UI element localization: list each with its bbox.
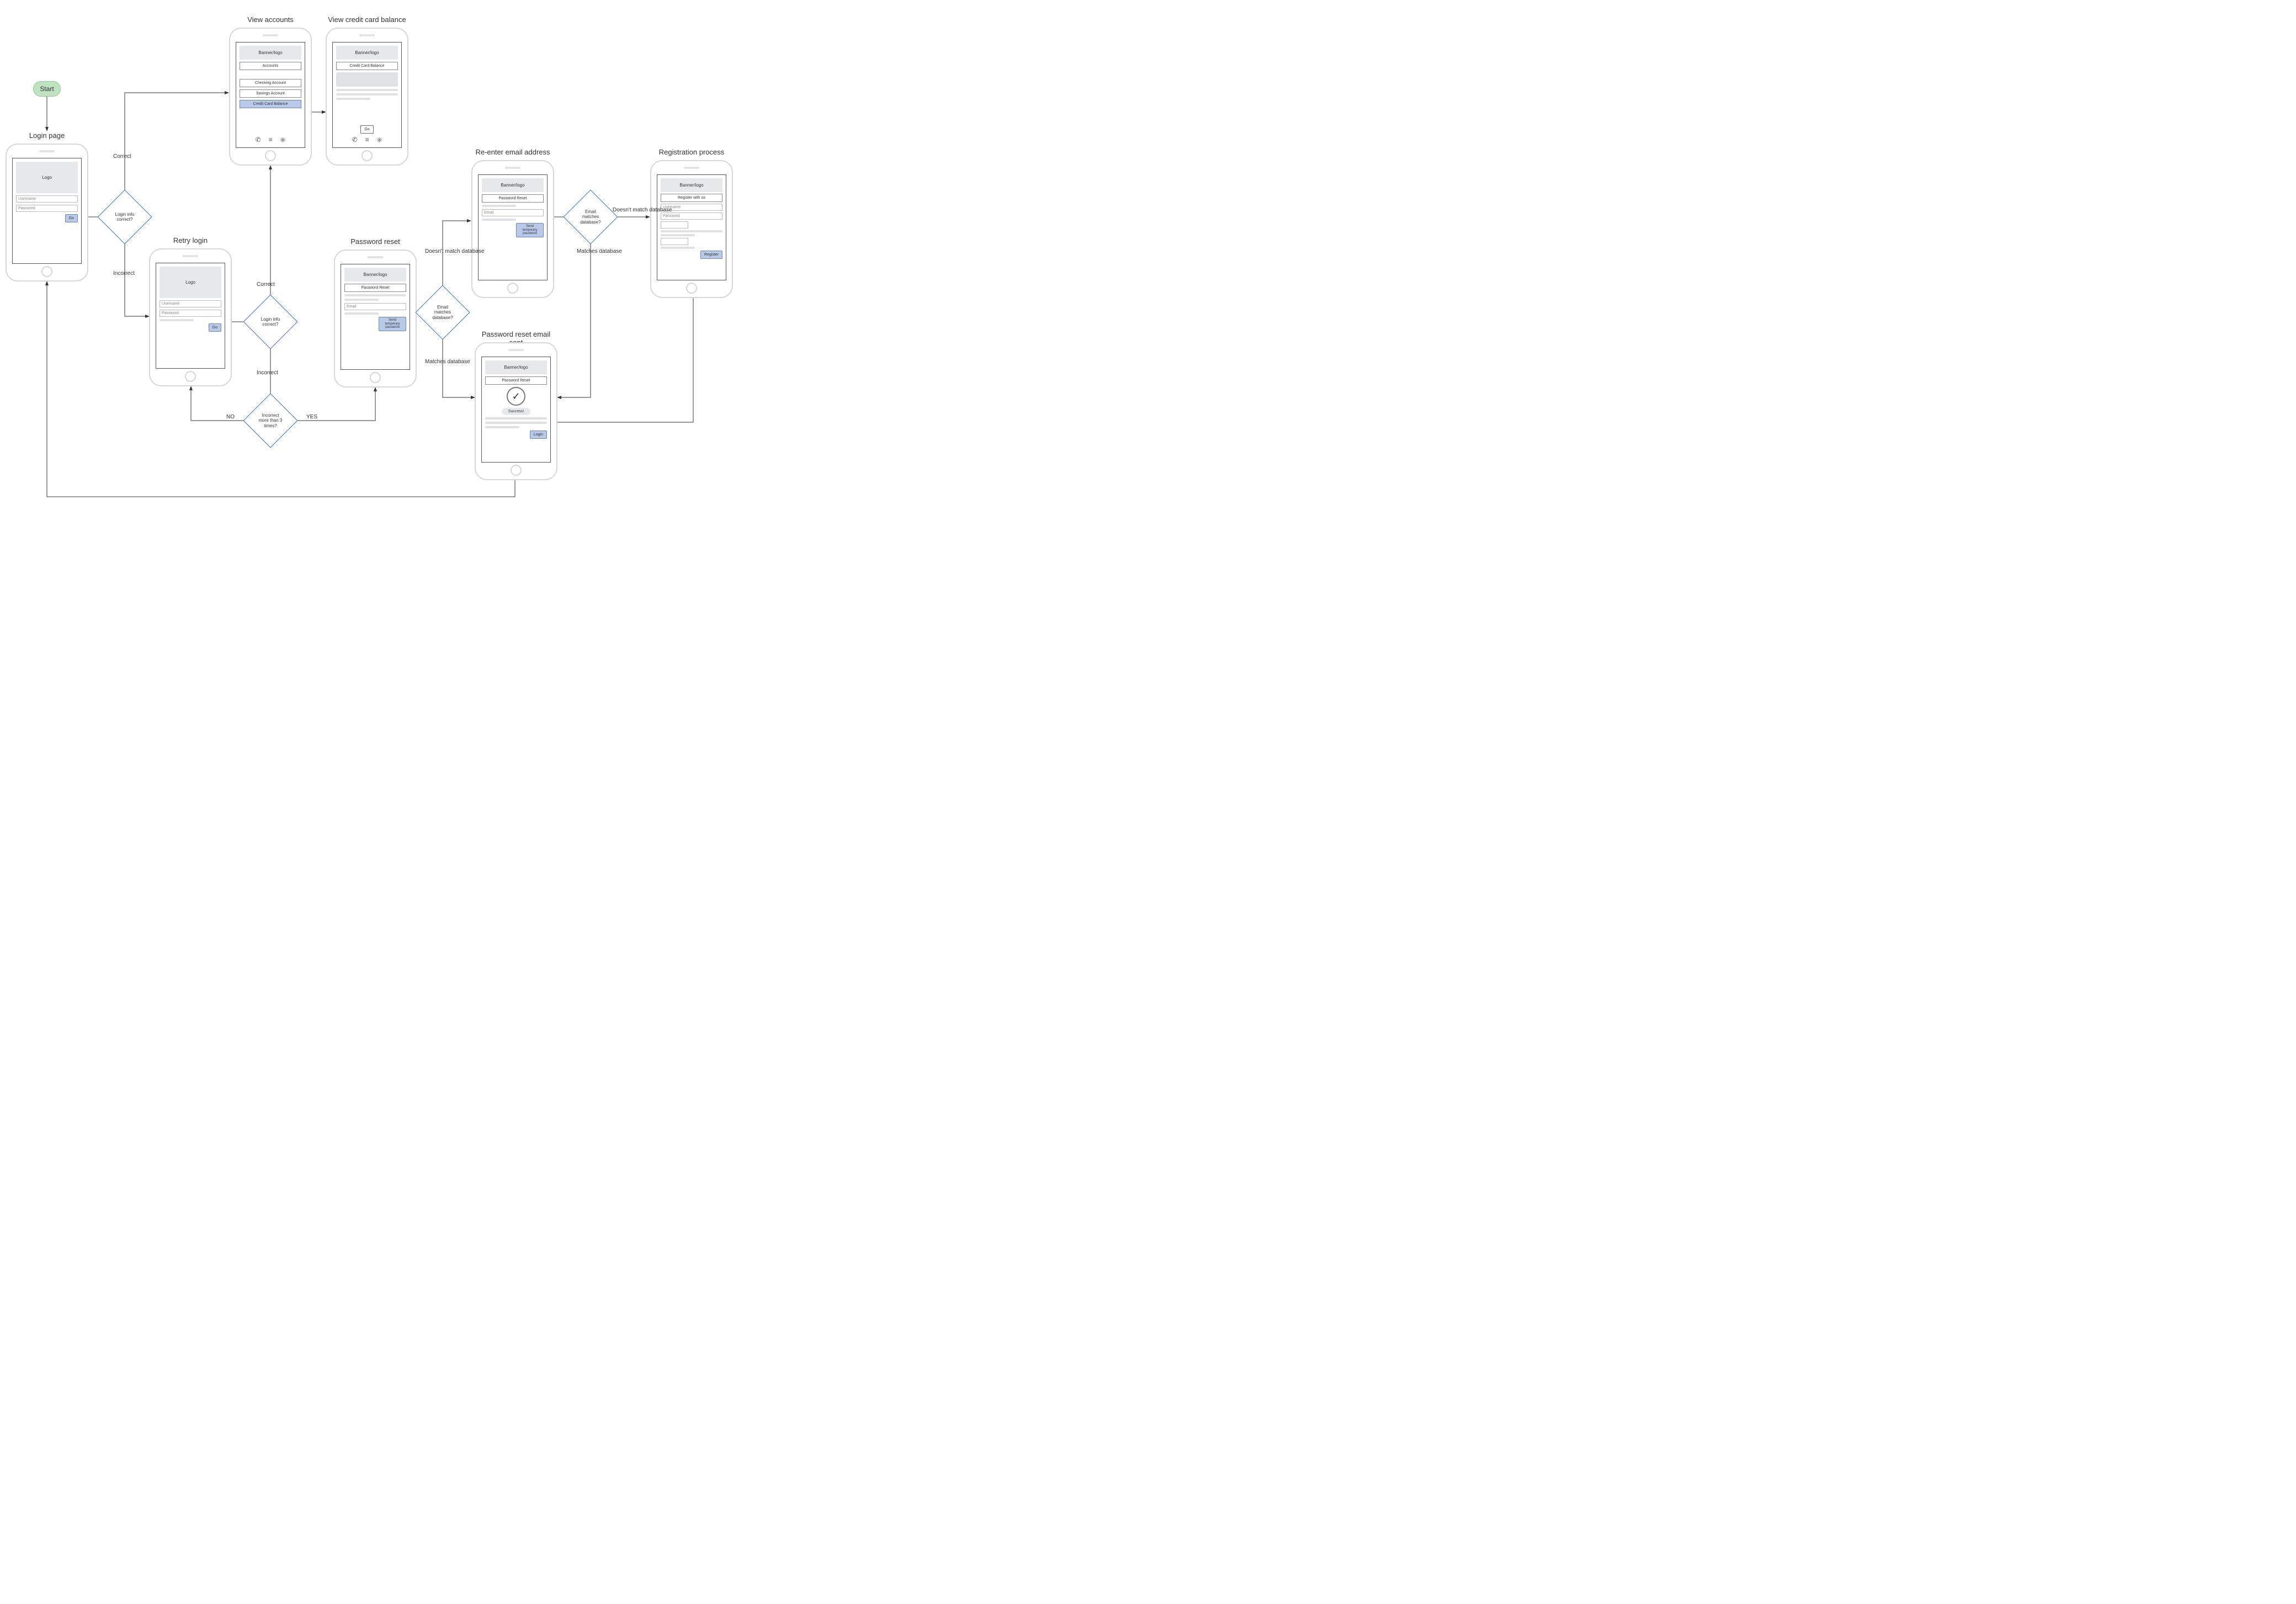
send-temp-password-button[interactable]: Send temporary password [516, 223, 544, 237]
section-header: Credit Card Balance [336, 62, 398, 70]
send-temp-password-button[interactable]: Send temporary password [379, 317, 406, 331]
go-button[interactable]: Go [209, 323, 221, 332]
decision-three-times: Incorrect more than 3 times? [251, 401, 290, 440]
location-icon[interactable]: ⎈ [280, 136, 286, 144]
go-button[interactable]: Go [65, 214, 78, 222]
banner: Banner/logo [344, 268, 406, 282]
go-button[interactable]: Go [360, 125, 373, 134]
banner: Banner/logo [482, 178, 544, 192]
extra-field-1[interactable] [661, 221, 688, 229]
password-field[interactable]: Password [661, 213, 722, 220]
edge-label: Doesn't match database [613, 207, 672, 213]
screen-title: View accounts [229, 15, 312, 24]
location-icon[interactable]: ⎈ [377, 136, 382, 144]
section-header: Password Reset [485, 376, 547, 385]
phone-icon[interactable]: ✆ [352, 136, 358, 144]
phone-icon[interactable]: ✆ [256, 136, 261, 144]
screen-title: Password reset [334, 237, 417, 246]
screen-title: Re-enter email address [471, 148, 554, 156]
edge-label: NO [226, 414, 235, 420]
checking-row[interactable]: Checking Account [240, 79, 301, 87]
screen-cc-balance: View credit card balance Banner/logo Cre… [326, 28, 408, 166]
edge-label: Matches database [577, 248, 622, 254]
section-header: Register with us [661, 194, 722, 202]
email-field[interactable]: Email [482, 209, 544, 216]
edge-label: Correct [113, 153, 131, 160]
edge-label: Incorrect [113, 270, 135, 277]
menu-icon[interactable]: ≡ [269, 136, 273, 144]
banner: Banner/logo [485, 360, 547, 374]
start-label: Start [40, 85, 54, 93]
decision-email-match-1: Email matches database? [423, 293, 462, 332]
register-button[interactable]: Register [700, 251, 722, 259]
screen-reset-sent: Password reset email sent Banner/logo Pa… [475, 342, 557, 480]
screen-accounts: View accounts Banner/logo Accounts Check… [229, 28, 312, 166]
section-header: Password Reset [344, 284, 406, 292]
banner: Banner/logo [336, 46, 398, 60]
edge-label: Correct [257, 282, 275, 288]
password-field[interactable]: Password [160, 310, 221, 317]
screen-login: Login page Logo Username Password Go [6, 144, 88, 282]
screen-registration: Registration process Banner/logo Registe… [650, 160, 733, 298]
savings-row[interactable]: Savings Account [240, 89, 301, 98]
edge-label: Doesn't match database [425, 248, 485, 254]
screen-retry: Retry login Logo Username Password Go [149, 248, 232, 386]
decision-email-match-2: Email matches database? [571, 198, 610, 236]
screen-reenter-email: Re-enter email address Banner/logo Passw… [471, 160, 554, 298]
edge-label: Matches database [425, 359, 470, 365]
email-field[interactable]: Email [344, 303, 406, 310]
username-field[interactable]: Username [160, 300, 221, 307]
credit-card-row[interactable]: Credit Card Balance [240, 100, 301, 108]
menu-icon[interactable]: ≡ [365, 136, 369, 144]
logo-block: Logo [16, 162, 78, 193]
banner: Banner/logo [661, 178, 722, 192]
screen-title: Login page [6, 131, 88, 140]
edge-label: Incorrect [257, 370, 278, 376]
logo-block: Logo [160, 267, 221, 298]
check-icon: ✓ [507, 387, 525, 406]
section-header: Accounts [240, 62, 301, 70]
flow-canvas: Start Login page Logo Username Password … [0, 0, 850, 593]
banner: Banner/logo [240, 46, 301, 60]
screen-password-reset: Password reset Banner/logo Password Rese… [334, 249, 417, 387]
screen-title: Registration process [650, 148, 733, 156]
decision-login-1: Login info correct? [105, 198, 144, 236]
edge-label: YES [306, 414, 317, 420]
login-button[interactable]: Login [530, 431, 547, 439]
screen-title: Retry login [149, 236, 232, 245]
success-pill: Success! [502, 408, 530, 415]
start-node: Start [33, 81, 61, 97]
decision-login-2: Login info correct? [251, 302, 290, 341]
extra-field-2[interactable] [661, 238, 688, 245]
section-header: Password Reset [482, 194, 544, 203]
screen-title: View credit card balance [326, 15, 408, 24]
username-field[interactable]: Username [16, 195, 78, 203]
password-field[interactable]: Password [16, 205, 78, 212]
